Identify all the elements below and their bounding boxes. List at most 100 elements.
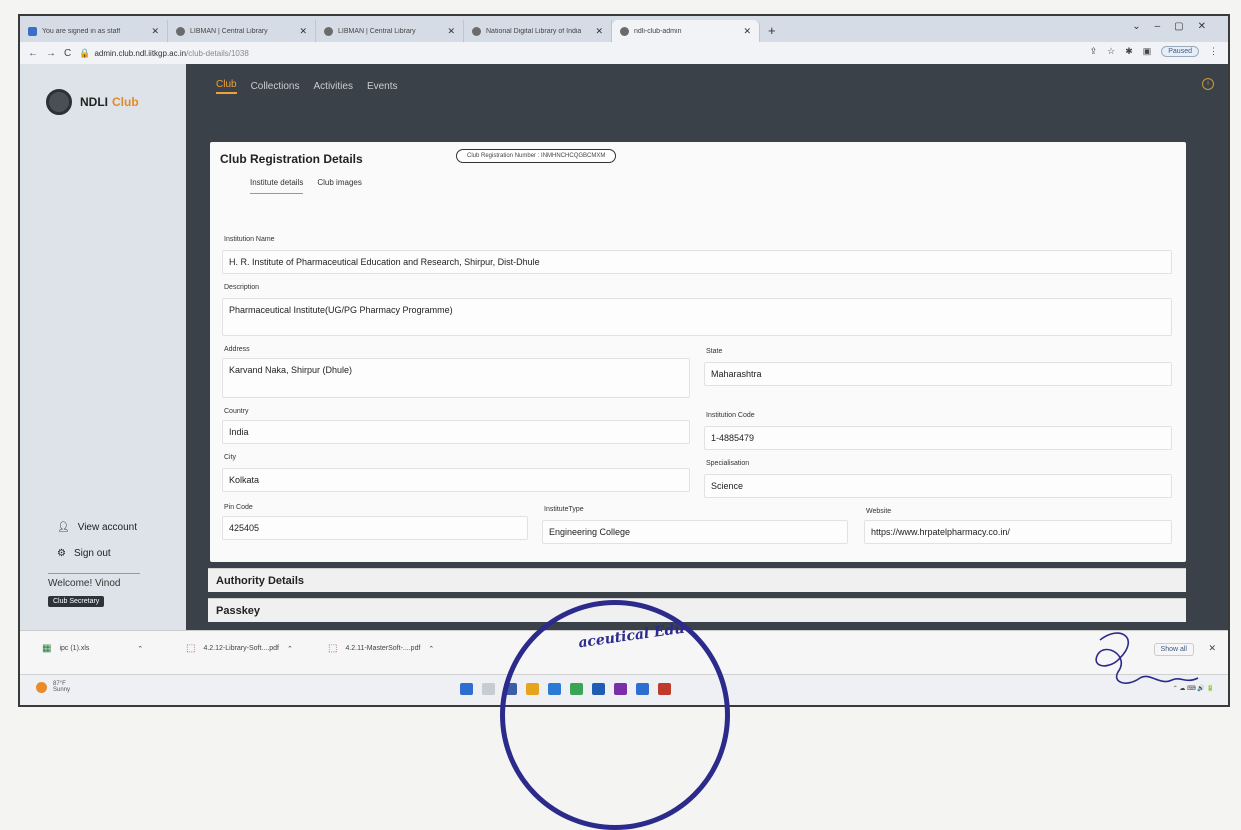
new-tab-button[interactable]: + [760,23,784,42]
institution-name-field[interactable]: H. R. Institute of Pharmaceutical Educat… [222,250,1172,274]
chevron-up-icon[interactable]: ⌃ [287,645,293,653]
url-host: admin.club.ndl.iitkgp.ac.in [94,48,187,58]
institution-code-field[interactable]: 1-4885479 [704,426,1172,450]
chevron-up-icon[interactable]: ⌃ [428,645,434,653]
close-icon[interactable]: ✕ [595,26,603,37]
windows-start-icon[interactable] [460,683,473,695]
city-label: City [224,454,237,461]
spreadsheet-icon: ▦ [42,643,52,654]
download-item[interactable]: ⬚ 4.2.12-Library-Soft....pdf ⌃ [186,643,293,654]
description-field[interactable]: Pharmaceutical Institute(UG/PG Pharmacy … [222,298,1172,336]
logo[interactable]: NDLI Club [46,89,139,115]
handwritten-signature [1095,632,1199,684]
brand-accent: Club [112,95,139,109]
url-path: /club-details/1038 [186,48,249,58]
search-icon[interactable] [482,683,495,695]
app: NDLI Club 👤︎ View account ⚙ Sign out Welc… [20,64,1228,630]
tab-institute-details[interactable]: Institute details [250,178,304,194]
passkey-section[interactable]: Passkey [208,598,1186,622]
menu-icon[interactable]: ⋮ [1209,46,1218,57]
browser-tab[interactable]: LIBMAN | Central Library ✕ [168,20,316,42]
lock-icon: 🔒 [79,47,91,58]
ndli-logo-icon [46,89,72,115]
user-icon: 👤︎ [57,522,70,533]
tab-title: ndli-club-admin [634,27,682,35]
tab-club-images[interactable]: Club images [317,178,361,194]
share-icon[interactable]: ⇪ [1090,46,1098,57]
chevron-up-icon[interactable]: ⌃ [137,645,143,653]
tab-favicon-icon [28,26,37,36]
institute-type-field[interactable]: Engineering College [542,520,848,544]
close-icon[interactable]: ✕ [151,26,159,37]
top-nav: Club Collections Activities Events [186,64,1228,108]
sign-out-link[interactable]: ⚙ Sign out [57,548,111,559]
info-icon[interactable]: i [1202,78,1214,90]
url-field[interactable]: admin.club.ndl.iitkgp.ac.in/club-details… [94,49,248,58]
pin-code-field[interactable]: 425405 [222,516,528,540]
city-field[interactable]: Kolkata [222,468,690,492]
browser-tab[interactable]: National Digital Library of India ✕ [464,20,612,42]
download-item[interactable]: ▦ ipc (1).xls ⌃ [42,643,143,654]
browser-tab[interactable]: LIBMAN | Central Library ✕ [316,20,464,42]
address-field[interactable]: Karvand Naka, Shirpur (Dhule) [222,358,690,398]
institute-type-label: InstituteType [544,506,584,513]
tab-title: LIBMAN | Central Library [338,27,416,35]
country-field[interactable]: India [222,420,690,444]
website-field[interactable]: https://www.hrpatelpharmacy.co.in/ [864,520,1172,544]
close-icon[interactable]: ✕ [743,26,751,37]
close-icon[interactable]: ✕ [299,26,307,37]
authority-details-section[interactable]: Authority Details [208,568,1186,592]
nav-buttons[interactable]: ←→C [20,48,79,59]
download-filename: 4.2.11-MasterSoft-....pdf [345,645,421,652]
nav-collections[interactable]: Collections [251,81,300,92]
institution-name-label: Institution Name [224,236,275,243]
brand-name: NDLI [80,95,108,109]
tab-favicon-icon [620,26,629,36]
download-filename: 4.2.12-Library-Soft....pdf [203,645,279,652]
window-controls[interactable]: ⌄–▢✕ [1132,21,1220,32]
nav-club[interactable]: Club [216,79,237,94]
specialisation-label: Specialisation [706,460,750,467]
sign-out-label: Sign out [73,548,111,559]
card-title: Club Registration Details [220,152,363,166]
state-label: State [706,348,723,355]
sidebar: NDLI Club 👤︎ View account ⚙ Sign out Welc… [20,64,186,630]
weather-widget[interactable]: 87°F Sunny [36,681,70,693]
sidepanel-icon[interactable]: ▣ [1143,46,1152,57]
welcome-text: Welcome! Vinod [48,578,121,589]
role-badge: Club Secretary [48,596,105,607]
pin-code-label: Pin Code [224,504,253,511]
registration-number-badge: Club Registration Number : INMHNCHCQGBCM… [456,149,617,163]
browser-tab[interactable]: You are signed in as staff ✕ [20,20,168,42]
extensions-icon[interactable]: ✱ [1125,46,1133,57]
profile-button[interactable]: Paused [1161,46,1199,57]
address-label: Address [224,346,250,353]
nav-activities[interactable]: Activities [314,81,353,92]
tab-favicon-icon [176,26,185,36]
tab-title: LIBMAN | Central Library [190,27,268,35]
institution-code-label: Institution Code [706,412,755,419]
address-bar: ←→C 🔒 admin.club.ndl.iitkgp.ac.in/club-d… [20,42,1228,64]
browser-tab-strip: You are signed in as staff ✕ LIBMAN | Cen… [20,16,1228,42]
browser-tab-active[interactable]: ndli-club-admin ✕ [612,20,760,42]
tab-favicon-icon [324,26,333,36]
description-label: Description [224,284,260,291]
specialisation-field[interactable]: Science [704,474,1172,498]
browser-toolbar: ⇪ ☆ ✱ ▣ Paused ⋮ [1090,46,1218,57]
download-item[interactable]: ⬚ 4.2.11-MasterSoft-....pdf ⌃ [328,643,434,654]
tab-favicon-icon [472,26,481,36]
tab-title: You are signed in as staff [42,27,121,35]
state-field[interactable]: Maharashtra [704,362,1172,386]
gear-icon: ⚙ [57,548,66,559]
star-icon[interactable]: ☆ [1107,46,1115,57]
pdf-icon: ⬚ [186,643,196,654]
download-filename: ipc (1).xls [59,645,90,652]
country-label: Country [224,408,249,415]
nav-events[interactable]: Events [367,81,398,92]
divider [48,573,140,574]
registration-card: Club Registration Details Club Registrat… [210,142,1186,562]
website-label: Website [866,508,892,515]
view-account-label: View account [77,522,137,533]
view-account-link[interactable]: 👤︎ View account [57,522,137,533]
close-icon[interactable]: ✕ [447,26,455,37]
